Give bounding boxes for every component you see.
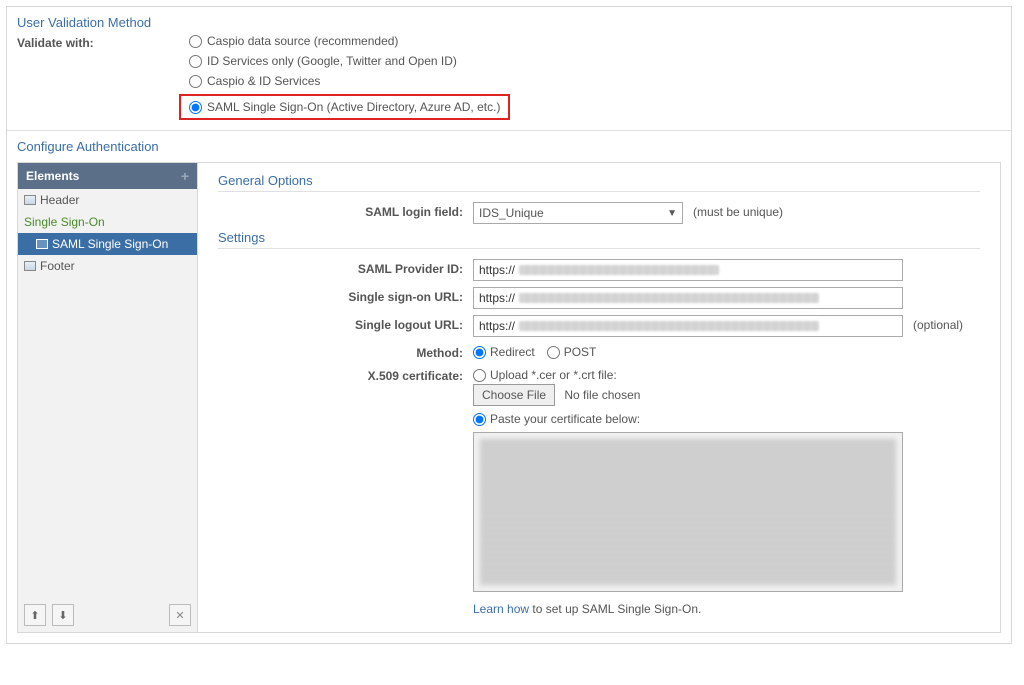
sidebar-title: Elements <box>26 169 79 183</box>
cert-upload-option[interactable]: Upload *.cer or *.crt file: <box>473 366 903 382</box>
choose-file-button[interactable]: Choose File <box>473 384 555 406</box>
url-prefix: https:// <box>479 263 515 277</box>
main-panel: User Validation Method Validate with: Ca… <box>6 6 1012 644</box>
tree-footer[interactable]: Footer <box>18 255 197 277</box>
radio-id-services[interactable] <box>189 55 202 68</box>
cert-textarea[interactable] <box>473 432 903 592</box>
settings-pane: General Options SAML login field: IDS_Un… <box>198 163 1000 632</box>
radio-post[interactable] <box>547 346 560 359</box>
cert-controls: Upload *.cer or *.crt file: Choose File … <box>473 366 903 616</box>
validation-options: Caspio data source (recommended) ID Serv… <box>189 34 510 120</box>
learn-text: to set up SAML Single Sign-On. <box>529 602 701 616</box>
opt-id-services[interactable]: ID Services only (Google, Twitter and Op… <box>189 54 510 68</box>
tree-label: Footer <box>40 259 75 273</box>
cert-paste-option[interactable]: Paste your certificate below: <box>473 410 903 426</box>
login-field-label: SAML login field: <box>218 202 473 219</box>
validate-with-label: Validate with: <box>17 34 189 50</box>
cert-paste-label: Paste your certificate below: <box>490 412 640 426</box>
signon-url-label: Single sign-on URL: <box>218 287 473 304</box>
opt-label: Caspio data source (recommended) <box>207 34 398 48</box>
configure-section: Configure Authentication Elements + Head… <box>7 131 1011 643</box>
file-chooser-row: Choose File No file chosen <box>473 388 903 402</box>
opt-label: ID Services only (Google, Twitter and Op… <box>207 54 457 68</box>
logout-url-input[interactable]: https:// <box>473 315 903 337</box>
configure-title: Configure Authentication <box>17 139 1001 154</box>
radio-paste-cert[interactable] <box>473 413 486 426</box>
url-prefix: https:// <box>479 319 515 333</box>
form-icon <box>24 195 36 205</box>
tree-label: Header <box>40 193 79 207</box>
radio-upload-cert[interactable] <box>473 369 486 382</box>
tree-header[interactable]: Header <box>18 189 197 211</box>
method-options: Redirect POST <box>473 343 596 359</box>
opt-caspio-id[interactable]: Caspio & ID Services <box>189 74 510 88</box>
opt-label: SAML Single Sign-On (Active Directory, A… <box>207 100 500 114</box>
opt-label: Caspio & ID Services <box>207 74 320 88</box>
no-file-label: No file chosen <box>564 388 640 402</box>
method-label: Method: <box>218 343 473 360</box>
validation-row: Validate with: Caspio data source (recom… <box>7 34 1011 130</box>
elements-sidebar: Elements + Header Single Sign-On SAML Si… <box>18 163 198 632</box>
chevron-down-icon: ▼ <box>667 208 677 219</box>
signon-url-input[interactable]: https:// <box>473 287 903 309</box>
general-options-heading: General Options <box>218 173 980 192</box>
login-field-select[interactable]: IDS_Unique ▼ <box>473 202 683 224</box>
opt-saml-sso[interactable]: SAML Single Sign-On (Active Directory, A… <box>179 94 510 120</box>
row-method: Method: Redirect POST <box>218 343 980 360</box>
sidebar-header: Elements + <box>18 163 197 189</box>
radio-caspio-id[interactable] <box>189 75 202 88</box>
provider-id-label: SAML Provider ID: <box>218 259 473 276</box>
opt-caspio-data[interactable]: Caspio data source (recommended) <box>189 34 510 48</box>
validation-title: User Validation Method <box>7 7 1011 34</box>
move-up-button[interactable]: ⬆ <box>24 604 46 626</box>
add-element-icon[interactable]: + <box>181 168 189 184</box>
redacted-value <box>519 293 819 303</box>
redacted-value <box>519 321 819 331</box>
radio-caspio-data[interactable] <box>189 35 202 48</box>
tree-saml[interactable]: SAML Single Sign-On <box>18 233 197 255</box>
redacted-cert <box>480 439 896 585</box>
method-post-label: POST <box>564 345 597 359</box>
cert-label: X.509 certificate: <box>218 366 473 383</box>
form-icon <box>24 261 36 271</box>
radio-redirect[interactable] <box>473 346 486 359</box>
row-cert: X.509 certificate: Upload *.cer or *.crt… <box>218 366 980 616</box>
row-logout-url: Single logout URL: https:// (optional) <box>218 315 980 337</box>
method-redirect-label: Redirect <box>490 345 535 359</box>
logout-hint: (optional) <box>913 315 963 332</box>
tree-label: Single Sign-On <box>24 215 105 229</box>
settings-heading: Settings <box>218 230 980 249</box>
row-login-field: SAML login field: IDS_Unique ▼ (must be … <box>218 202 980 224</box>
tree-sso[interactable]: Single Sign-On <box>18 211 197 233</box>
move-down-button[interactable]: ⬇ <box>52 604 74 626</box>
cert-upload-label: Upload *.cer or *.crt file: <box>490 368 617 382</box>
tree-label: SAML Single Sign-On <box>52 237 168 251</box>
provider-id-input[interactable]: https:// <box>473 259 903 281</box>
sidebar-footer: ⬆ ⬇ ✕ <box>18 598 197 632</box>
row-provider-id: SAML Provider ID: https:// <box>218 259 980 281</box>
select-value: IDS_Unique <box>479 206 544 220</box>
redacted-value <box>519 265 719 275</box>
url-prefix: https:// <box>479 291 515 305</box>
form-icon <box>36 239 48 249</box>
logout-url-label: Single logout URL: <box>218 315 473 332</box>
radio-saml-sso[interactable] <box>189 101 202 114</box>
learn-row: Learn how to set up SAML Single Sign-On. <box>473 602 903 616</box>
configure-body: Elements + Header Single Sign-On SAML Si… <box>17 162 1001 633</box>
delete-button[interactable]: ✕ <box>169 604 191 626</box>
learn-how-link[interactable]: Learn how <box>473 602 529 616</box>
row-signon-url: Single sign-on URL: https:// <box>218 287 980 309</box>
login-field-hint: (must be unique) <box>693 202 783 219</box>
